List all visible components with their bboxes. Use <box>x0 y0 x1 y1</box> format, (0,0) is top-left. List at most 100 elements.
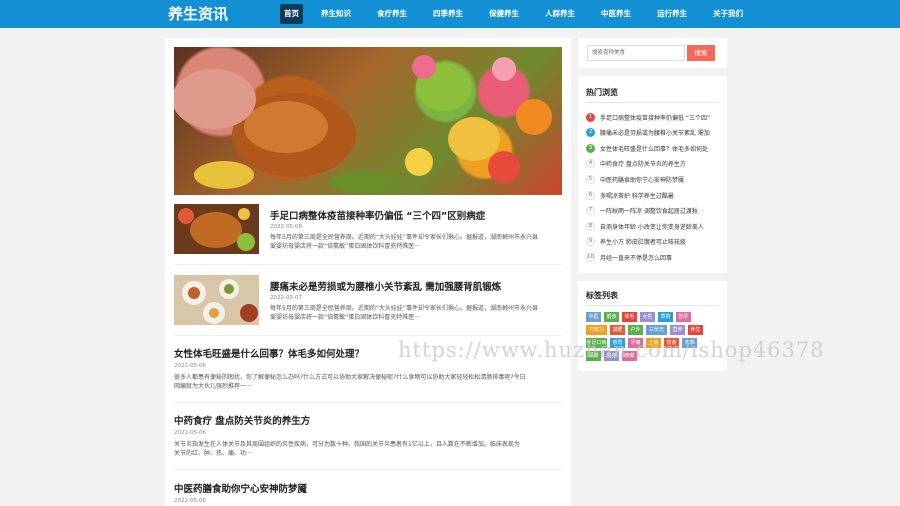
tag-divider <box>586 305 719 306</box>
rank-number: 1 <box>586 112 595 122</box>
site-logo[interactable]: 养生资讯 <box>168 3 228 25</box>
hot-article-title[interactable]: 养生小方 肺皮肛髋者可止咳祛痰 <box>600 237 724 246</box>
tag-chip[interactable]: 女性 <box>640 312 655 322</box>
tag-chip[interactable]: 养生 <box>688 325 703 335</box>
article-title[interactable]: 手足口病整体疫苗接种率仍偏低 “三个四”区别病症 <box>270 208 485 222</box>
hero-food-illustration <box>174 55 552 194</box>
tag-list-panel: 标签列表 中医 膳食 体毛 女性 草药 舒肝巧克力 减肥 户外 三伏天 营养 养生手足口病 感冒 牙痛上… <box>578 281 727 371</box>
article-title[interactable]: 中医药膳食助你宁心安神防梦魇 <box>174 481 307 495</box>
tag-list-title: 标签列表 <box>586 291 618 300</box>
hot-article-item[interactable]: 4 中药食疗 盘点防关节炎的养生方 <box>586 159 724 169</box>
hot-article-title[interactable]: 月经一直来不停是怎么回事 <box>600 253 724 262</box>
tag-chip[interactable]: 体毛 <box>622 312 637 322</box>
hot-article-item[interactable]: 5 中医药膳食助你宁心安神防梦魇 <box>586 174 724 184</box>
article-title[interactable]: 女性体毛旺盛是什么回事？体毛多如何处理？ <box>174 346 364 360</box>
nav-item-exercise[interactable]: 运行养生 <box>653 4 691 24</box>
nav-item-seasonal[interactable]: 四季养生 <box>429 4 467 24</box>
rank-number: 3 <box>586 143 595 153</box>
article-summary: 关节炎指发生在人体关节及其周围组织的炎性疾病，可分为数十种。我国的关节炎患者有1… <box>174 441 520 457</box>
search-box: 搜索 <box>578 38 727 68</box>
hot-article-item[interactable]: 10 月经一直来不停是怎么回事 <box>586 252 724 262</box>
hot-article-item[interactable]: 7 一阵秋雨一阵凉 调整饮食起居过渡秋 <box>586 206 724 216</box>
hot-article-title[interactable]: 女性体毛旺盛是什么回事？体毛多如何处 <box>600 144 724 153</box>
article-item[interactable]: 女性体毛旺盛是什么回事？体毛多如何处理？ 2022-05-06 很多人都患有便秘… <box>174 345 562 415</box>
hot-articles-title: 热门浏览 <box>586 88 618 97</box>
tag-chip[interactable]: 巧克力 <box>586 325 607 335</box>
rank-number: 4 <box>586 159 595 169</box>
nav-item-diet-therapy[interactable]: 食疗养生 <box>373 4 411 24</box>
article-divider <box>174 264 562 265</box>
hot-article-item[interactable]: 8 自测身体年龄 小改变让你变身逆龄美人 <box>586 221 724 231</box>
article-item[interactable]: 手足口病整体疫苗接种率仍偏低 “三个四”区别病症 2022-05-08 每年5月… <box>174 204 562 274</box>
tag-chip[interactable]: 膳食 <box>604 312 619 322</box>
article-title[interactable]: 腰痛未必是劳损或为腰椎小关节紊乱 需加强腰背肌锻炼 <box>270 279 501 293</box>
nav-item-groups[interactable]: 人群养生 <box>541 4 579 24</box>
tag-chip[interactable]: 户外 <box>628 325 643 335</box>
article-thumbnail[interactable] <box>174 204 259 254</box>
top-header: 养生资讯 首页 养生知识 食疗养生 四季养生 保健养生 人群养生 中医养生 运行… <box>0 0 900 28</box>
hot-article-item[interactable]: 6 多喝凉茶护 科学养生过酷暑 <box>586 190 724 200</box>
article-summary: 每年5月的第三周是全民营养周。近期的“大头娃娃”事件却令家长们揪心。据报道，湖南… <box>270 234 539 250</box>
tag-chip[interactable]: 冬季 <box>682 338 697 348</box>
hot-article-title[interactable]: 一阵秋雨一阵凉 调整饮食起居过渡秋 <box>600 206 724 215</box>
tag-chip[interactable]: 三伏天 <box>646 325 667 335</box>
tag-chip[interactable]: 草药 <box>658 312 673 322</box>
nav-item-healthcare[interactable]: 保健养生 <box>485 4 523 24</box>
hero-banner-image[interactable] <box>174 47 562 195</box>
hot-article-item[interactable]: 3 女性体毛旺盛是什么回事？体毛多如何处 <box>586 143 724 153</box>
rank-number: 10 <box>586 252 595 262</box>
rank-number: 8 <box>586 221 595 231</box>
nav-item-about[interactable]: 关于我们 <box>709 4 747 24</box>
rank-number: 6 <box>586 190 595 200</box>
nav-item-home[interactable]: 首页 <box>280 4 303 24</box>
tag-chip[interactable]: 饮食 <box>664 338 679 348</box>
article-divider <box>174 402 562 403</box>
tag-chip[interactable]: 感冒 <box>610 338 625 348</box>
hot-article-item[interactable]: 1 手足口病整体疫苗接种率仍偏低 “三个四” <box>586 112 724 122</box>
tag-chip[interactable]: 牙痛 <box>628 338 643 348</box>
hot-article-title[interactable]: 中医药膳食助你宁心安神防梦魇 <box>600 175 724 184</box>
article-date: 2022-05-06 <box>174 430 206 436</box>
article-item[interactable]: 腰痛未必是劳损或为腰椎小关节紊乱 需加强腰背肌锻炼 2022-05-07 每年5… <box>174 275 562 345</box>
tag-chip[interactable]: 健身 <box>604 351 619 361</box>
article-item[interactable]: 中药食疗 盘点防关节炎的养生方 2022-05-06 关节炎指发生在人体关节及其… <box>174 412 562 482</box>
search-input[interactable] <box>587 45 685 61</box>
hot-divider <box>586 102 719 103</box>
tag-chip[interactable]: 手足口病 <box>586 338 607 348</box>
hot-article-item[interactable]: 2 腰痛未必是劳损或为腰椎小关节紊乱 需加 <box>586 128 724 138</box>
tag-chip[interactable]: 中医 <box>586 312 601 322</box>
rank-number: 7 <box>586 206 595 216</box>
tag-chip[interactable]: 咳嗽 <box>622 351 637 361</box>
hot-article-title[interactable]: 手足口病整体疫苗接种率仍偏低 “三个四” <box>600 113 724 122</box>
article-title[interactable]: 中药食疗 盘点防关节炎的养生方 <box>174 413 310 427</box>
tag-chip[interactable]: 上班 <box>646 338 661 348</box>
hot-article-item[interactable]: 9 养生小方 肺皮肛髋者可止咳祛痰 <box>586 237 724 247</box>
hot-article-title[interactable]: 腰痛未必是劳损或为腰椎小关节紊乱 需加 <box>600 128 724 137</box>
article-list-panel: 手足口病整体疫苗接种率仍偏低 “三个四”区别病症 2022-05-08 每年5月… <box>165 38 571 506</box>
tag-chip[interactable]: 舒肝 <box>676 312 691 322</box>
thumbnail-food-image <box>174 275 259 325</box>
hot-articles-panel: 热门浏览 1 手足口病整体疫苗接种率仍偏低 “三个四” 2 腰痛未必是劳损或为腰椎小关… <box>578 76 727 273</box>
article-date: 2022-05-07 <box>270 295 302 301</box>
article-summary: 每年5月的第三周是全民营养周。近期的“大头娃娃”事件却令家长们揪心。据报道，湖南… <box>270 305 539 321</box>
hot-article-title[interactable]: 中药食疗 盘点防关节炎的养生方 <box>600 159 724 168</box>
search-button[interactable]: 搜索 <box>687 45 715 61</box>
article-item[interactable]: 中医药膳食助你宁心安神防梦魇 2022-05-06 <box>174 480 562 506</box>
article-summary: 很多人都患有便秘的困扰，你了解便秘怎么办吗?什么方式可以协助大家解决便秘呢?什么… <box>174 374 526 390</box>
article-date: 2022-05-06 <box>174 363 206 369</box>
rank-number: 2 <box>586 128 595 138</box>
thumbnail-food-image <box>174 204 259 254</box>
main-nav: 首页 养生知识 食疗养生 四季养生 保健养生 人群养生 中医养生 运行养生 关于… <box>280 4 765 24</box>
tag-chip[interactable]: 减肥 <box>610 325 625 335</box>
article-divider <box>174 469 562 470</box>
hot-article-title[interactable]: 多喝凉茶护 科学养生过酷暑 <box>600 191 724 200</box>
tag-chip[interactable]: 营养 <box>670 325 685 335</box>
article-thumbnail[interactable] <box>174 275 259 325</box>
rank-number: 9 <box>586 237 595 247</box>
rank-number: 5 <box>586 174 595 184</box>
article-divider <box>174 335 562 336</box>
nav-item-tcm[interactable]: 中医养生 <box>597 4 635 24</box>
hot-article-title[interactable]: 自测身体年龄 小改变让你变身逆龄美人 <box>600 222 724 231</box>
nav-item-health-knowledge[interactable]: 养生知识 <box>317 4 355 24</box>
tag-chip[interactable]: 颈椎 <box>586 351 601 361</box>
